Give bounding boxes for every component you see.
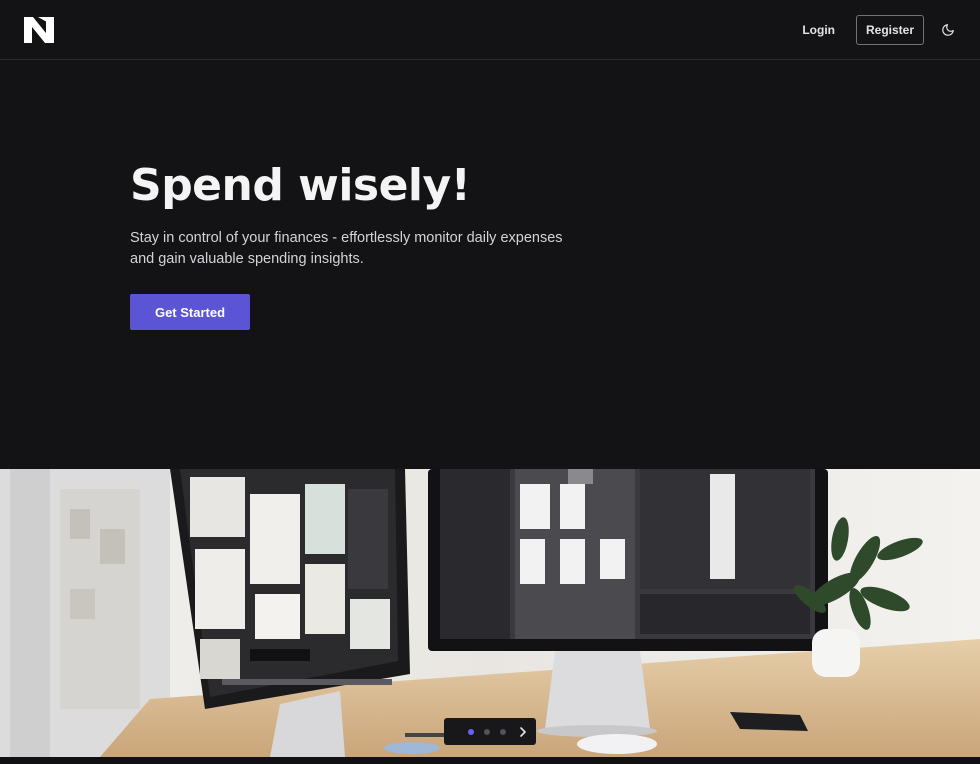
hero-image-desk-monitors — [0, 469, 980, 757]
hero-section: Spend wisely! Stay in control of your fi… — [130, 156, 590, 330]
navbar: Login Register — [0, 0, 980, 60]
nav-actions: Login Register — [802, 15, 956, 45]
login-link[interactable]: Login — [802, 23, 835, 37]
n-logo-icon[interactable] — [24, 17, 54, 43]
carousel-dot[interactable] — [452, 729, 458, 735]
hero-subtitle: Stay in control of your finances - effor… — [130, 230, 563, 267]
carousel-dot[interactable] — [500, 728, 506, 735]
carousel-dot[interactable] — [484, 728, 490, 735]
moon-icon[interactable] — [940, 22, 956, 38]
chevron-right-icon[interactable] — [518, 726, 528, 738]
carousel-controls — [444, 718, 536, 745]
bottom-strip — [0, 757, 980, 764]
register-button[interactable]: Register — [856, 15, 924, 45]
carousel-dot-active[interactable] — [468, 728, 474, 735]
hero-title: Spend wisely! — [130, 160, 471, 211]
get-started-button[interactable]: Get Started — [130, 294, 250, 330]
